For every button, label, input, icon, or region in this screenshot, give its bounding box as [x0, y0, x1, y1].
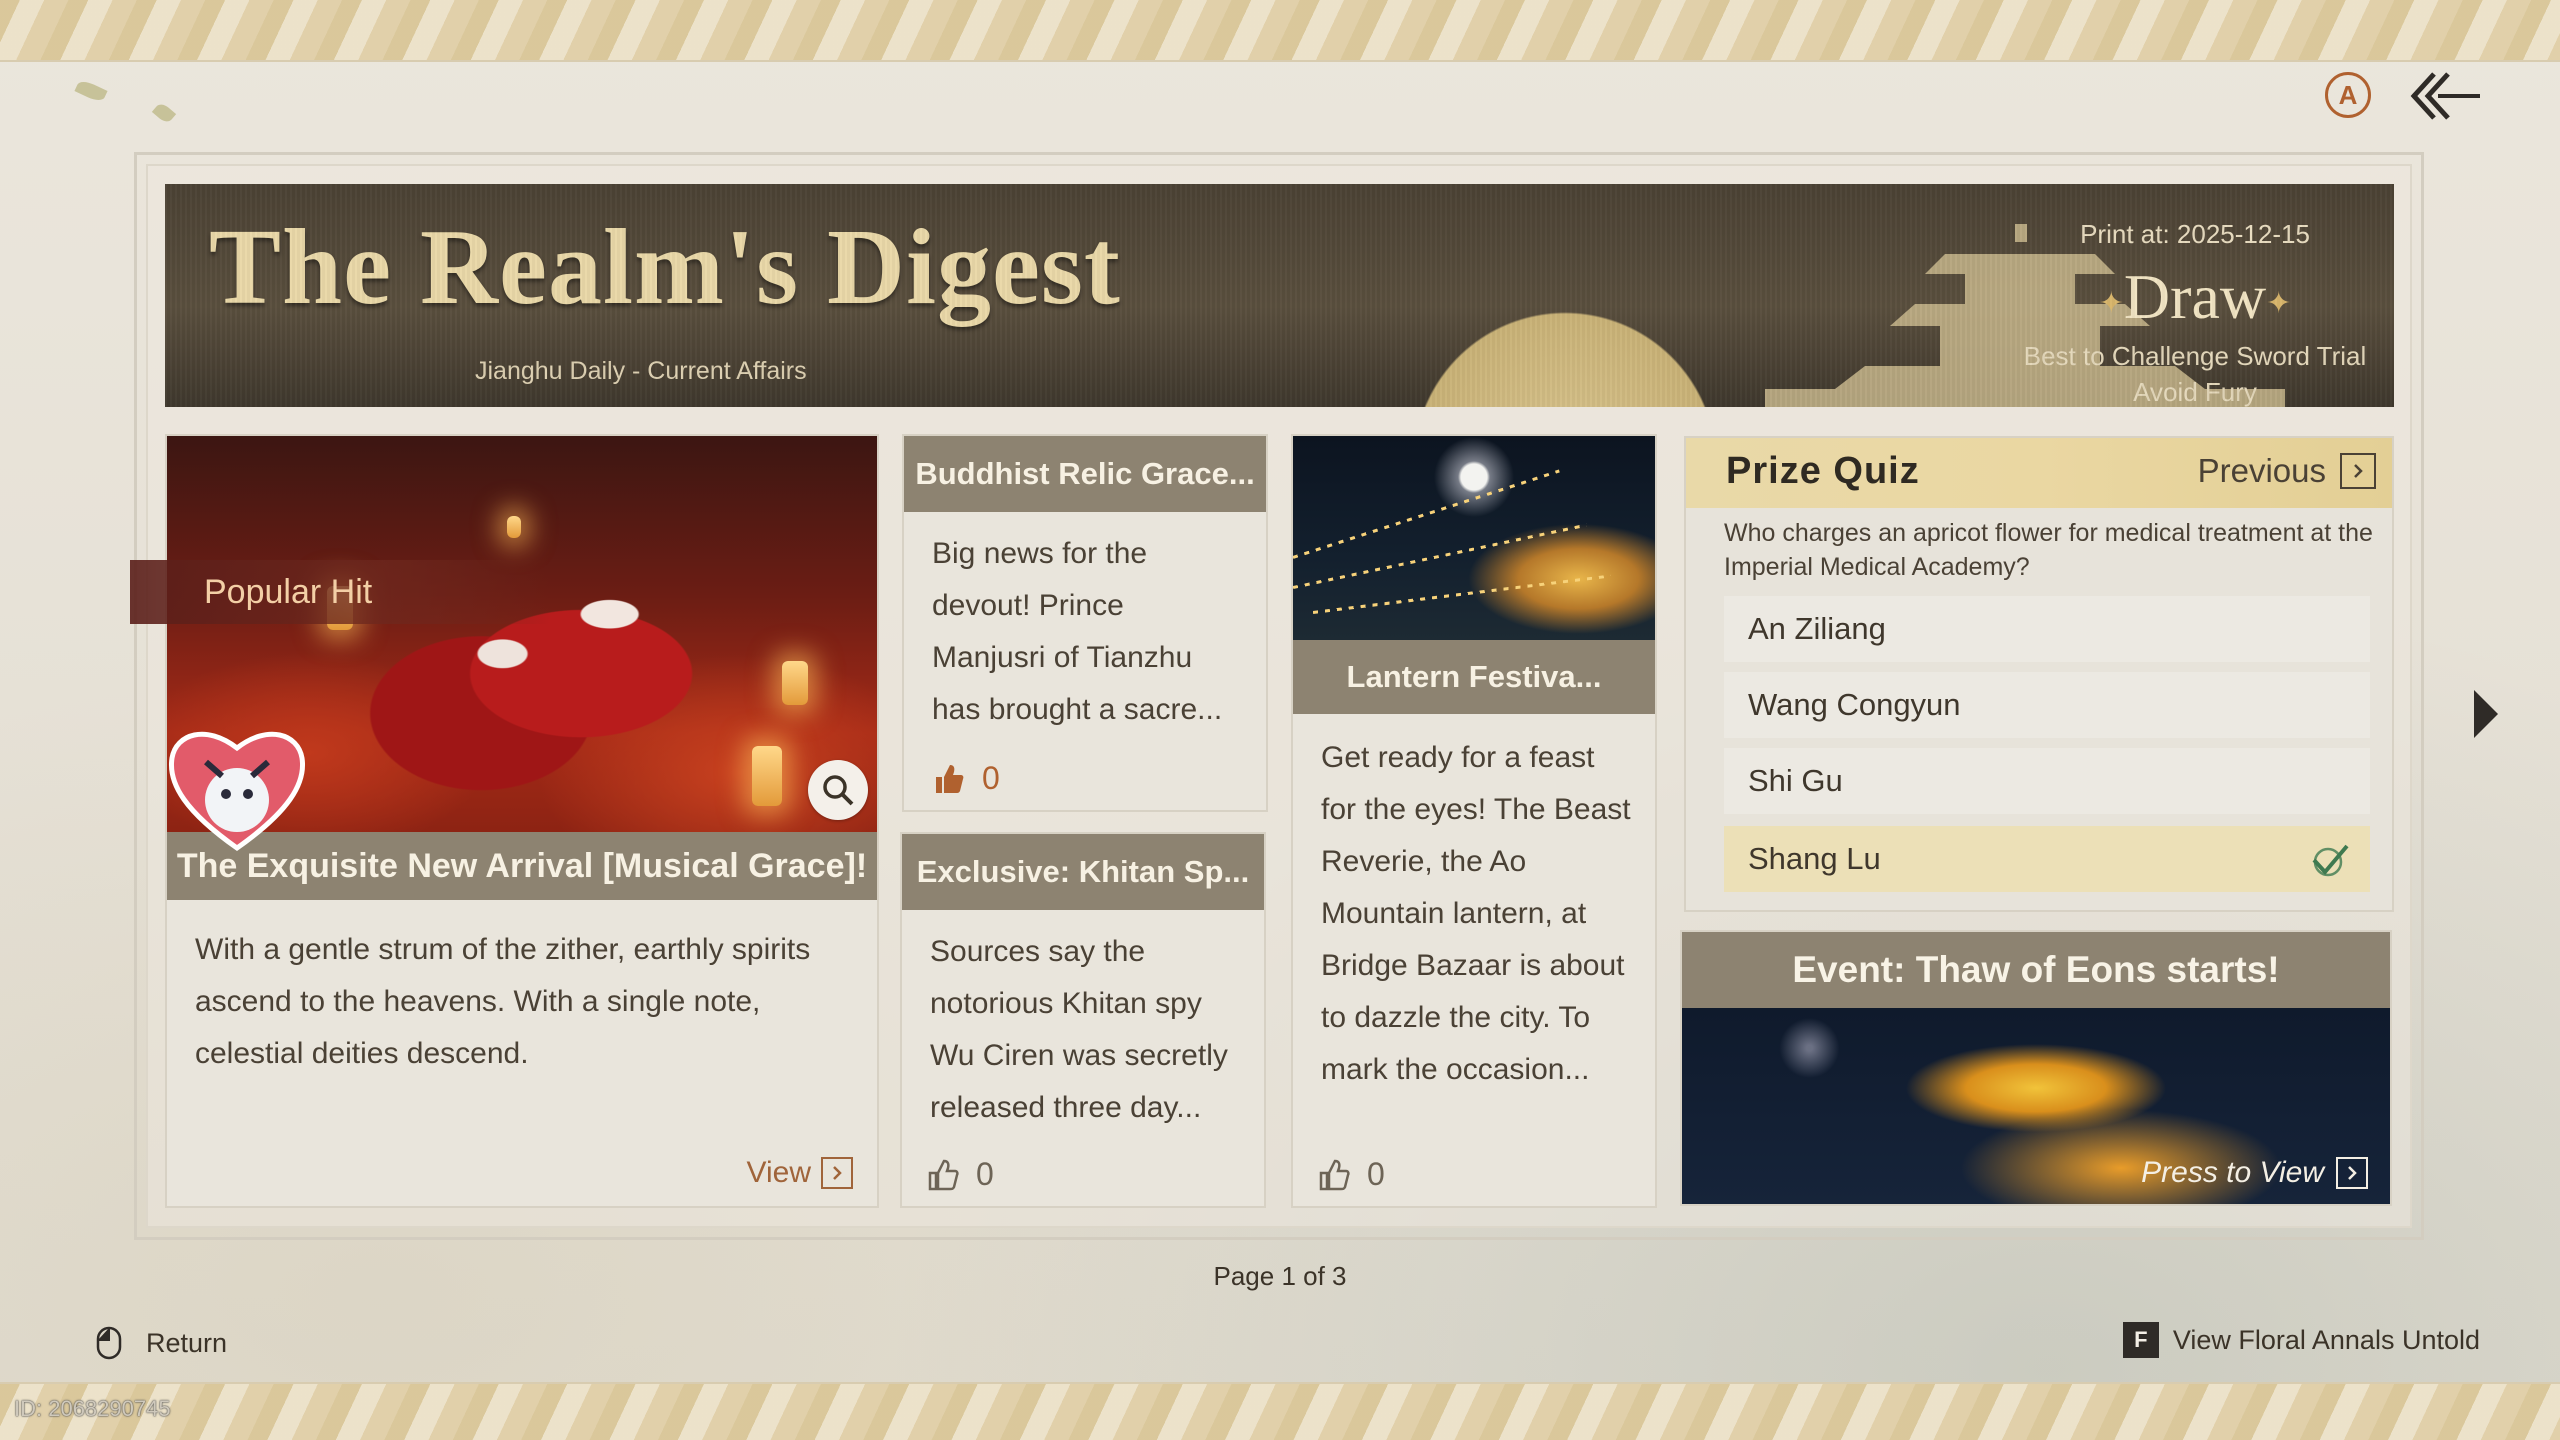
view-floral-annals-label: View Floral Annals Untold: [2172, 1324, 2480, 1355]
view-floral-annals-button[interactable]: F View Floral Annals Untold: [2122, 1322, 2480, 1358]
article-body: Big news for the devout! Prince Manjusri…: [932, 537, 1223, 726]
press-to-view-label: Press to View: [2141, 1156, 2324, 1189]
next-page-arrow-icon[interactable]: [2470, 688, 2502, 740]
event-title: Event: Thaw of Eons starts!: [1682, 932, 2390, 1008]
popular-hit-label: Popular Hit: [204, 572, 373, 611]
user-id: ID: 2068290745: [14, 1396, 171, 1421]
lantern-string-decoration: [1293, 469, 1560, 559]
print-date: Print at: 2025-12-15: [2080, 219, 2310, 249]
quiz-option[interactable]: An Ziliang: [1724, 596, 2370, 662]
article-title: Buddhist Relic Grace...: [904, 436, 1266, 512]
like-button[interactable]: 0: [932, 760, 1000, 797]
previous-label: Previous: [2197, 452, 2326, 489]
mouse-icon: [96, 1326, 122, 1360]
like-button[interactable]: 0: [1317, 1156, 1385, 1193]
event-card[interactable]: Event: Thaw of Eons starts! Press to Vie…: [1680, 930, 2392, 1206]
article-card-khitan-spy[interactable]: Exclusive: Khitan Sp... Sources say the …: [900, 832, 1266, 1208]
quiz-option[interactable]: Wang Congyun: [1724, 672, 2370, 738]
banner-title: The Realm's Digest: [209, 208, 1121, 327]
like-count: 0: [1367, 1156, 1385, 1192]
thumbs-up-icon: [936, 764, 964, 793]
lantern-decoration: [782, 661, 808, 705]
article-body: Get ready for a feast for the eyes! The …: [1321, 741, 1631, 1086]
arrow-right-icon: [2336, 1157, 2368, 1189]
press-to-view-button[interactable]: Press to View: [2141, 1156, 2368, 1190]
bottom-ornament-band: [0, 1382, 2560, 1440]
quiz-option-selected[interactable]: Shang Lu: [1724, 826, 2370, 892]
prize-quiz-title: Prize Quiz: [1726, 450, 1920, 492]
arrow-right-icon: [821, 1157, 853, 1189]
featured-article-body: With a gentle strum of the zither, earth…: [195, 933, 811, 1070]
back-arrow-icon[interactable]: [2408, 68, 2484, 124]
return-label: Return: [146, 1327, 228, 1358]
lantern-string-decoration: [1293, 523, 1587, 589]
key-hint: F: [2122, 1322, 2159, 1358]
search-icon[interactable]: [808, 760, 868, 820]
article-title: Exclusive: Khitan Sp...: [902, 834, 1264, 910]
lantern-string-decoration: [1312, 574, 1611, 614]
fortune-advice-bad: Avoid Fury: [2133, 377, 2257, 407]
like-button[interactable]: 0: [926, 1156, 994, 1193]
return-button[interactable]: Return: [96, 1326, 227, 1360]
fortune-result: ✦Draw✦: [2098, 261, 2292, 332]
sparkle-icon: ✦: [2266, 286, 2292, 320]
banner-subtitle: Jianghu Daily - Current Affairs: [475, 357, 807, 385]
checkmark-icon: [2312, 844, 2349, 877]
view-button[interactable]: View: [747, 1156, 853, 1190]
fortune-advice: Best to Challenge Sword Trial Avoid Fury: [1955, 338, 2394, 407]
mascot-heart-icon: [168, 731, 306, 852]
popular-hit-badge: Popular Hit: [130, 560, 550, 624]
prize-quiz-panel: Prize Quiz Previous Who charges an apric…: [1684, 436, 2394, 912]
thumbs-up-icon: [928, 1159, 959, 1190]
article-body: Sources say the notorious Khitan spy Wu …: [930, 935, 1228, 1124]
thumbs-up-icon: [1319, 1159, 1350, 1190]
article-card-buddhist-relic[interactable]: Buddhist Relic Grace... Big news for the…: [902, 434, 1268, 812]
auto-icon[interactable]: A: [2325, 72, 2371, 118]
arrow-right-icon: [2340, 453, 2376, 489]
like-count: 0: [982, 760, 1000, 796]
like-count: 0: [976, 1156, 994, 1192]
sparkle-icon: ✦: [2098, 286, 2124, 320]
quiz-question: Who charges an apricot flower for medica…: [1724, 519, 2373, 581]
lantern-decoration: [507, 516, 521, 538]
quiz-option[interactable]: Shi Gu: [1724, 748, 2370, 814]
previous-quiz-button[interactable]: Previous: [2198, 452, 2376, 490]
pagoda-illustration: [1765, 224, 2285, 407]
article-card-lantern-festival[interactable]: Lantern Festiva... Get ready for a feast…: [1291, 434, 1657, 1208]
top-ornament-band: [0, 0, 2560, 62]
fortune-advice-good: Best to Challenge Sword Trial: [2023, 341, 2367, 371]
view-label: View: [746, 1156, 811, 1189]
lantern-decoration: [752, 746, 782, 806]
digest-banner: The Realm's Digest Jianghu Daily - Curre…: [165, 184, 2394, 407]
page-indicator: Page 1 of 3: [1213, 1261, 1347, 1291]
article-title: Lantern Festiva...: [1293, 640, 1655, 714]
lantern-festival-image: [1293, 436, 1655, 640]
